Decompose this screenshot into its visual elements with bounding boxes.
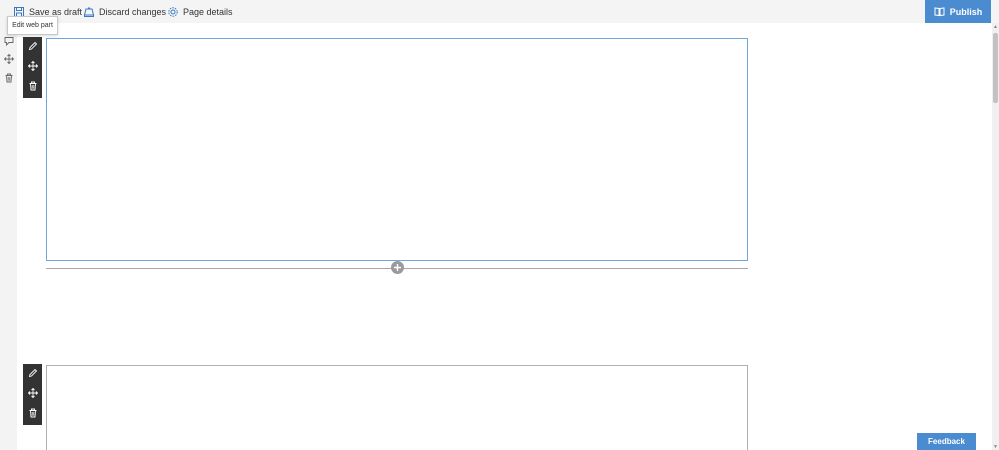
delete-icon[interactable] bbox=[3, 72, 14, 83]
command-bar: Save as draft Discard changes Page detai… bbox=[0, 0, 999, 23]
edit-icon bbox=[28, 38, 38, 56]
web-part[interactable] bbox=[46, 365, 748, 450]
section-gutter bbox=[0, 23, 17, 450]
move-icon bbox=[27, 385, 38, 403]
edit-web-part-button[interactable] bbox=[23, 37, 42, 56]
delete-icon bbox=[28, 78, 38, 96]
add-section-button[interactable] bbox=[391, 261, 404, 274]
edit-web-part-button[interactable] bbox=[23, 364, 42, 383]
publish-label: Publish bbox=[949, 6, 983, 17]
page-editor: Save as draft Discard changes Page detai… bbox=[0, 0, 999, 450]
move-web-part-button[interactable] bbox=[23, 57, 42, 76]
delete-web-part-button[interactable] bbox=[23, 404, 42, 423]
web-part-toolbar-1 bbox=[23, 37, 42, 98]
scrollbar-thumb[interactable] bbox=[993, 33, 998, 103]
delete-web-part-button[interactable] bbox=[23, 77, 42, 96]
page-details-label: Page details bbox=[183, 6, 233, 17]
edit-web-part-tooltip: Edit web part bbox=[7, 16, 58, 35]
page-details-button[interactable]: Page details bbox=[167, 0, 233, 23]
scroll-up-icon[interactable]: ▲ bbox=[992, 23, 999, 30]
web-part-toolbar-2 bbox=[23, 364, 42, 425]
move-web-part-button[interactable] bbox=[23, 384, 42, 403]
discard-changes-label: Discard changes bbox=[99, 6, 167, 17]
save-as-draft-label: Save as draft bbox=[29, 6, 83, 17]
comment-icon[interactable] bbox=[3, 35, 14, 46]
plus-icon bbox=[393, 259, 402, 277]
discard-changes-button[interactable]: Discard changes bbox=[83, 0, 166, 23]
move-icon bbox=[27, 58, 38, 76]
feedback-button[interactable]: Feedback bbox=[917, 433, 976, 450]
delete-icon bbox=[28, 405, 38, 423]
gear-icon bbox=[167, 6, 179, 18]
publish-button[interactable]: Publish bbox=[925, 0, 991, 23]
book-icon bbox=[934, 6, 945, 17]
move-icon[interactable] bbox=[3, 53, 14, 64]
web-part-selected[interactable] bbox=[46, 38, 748, 261]
discard-icon bbox=[83, 6, 95, 18]
vertical-scrollbar[interactable]: ▲ ▼ bbox=[992, 23, 999, 450]
scroll-down-icon[interactable]: ▼ bbox=[992, 443, 999, 450]
edit-icon bbox=[28, 365, 38, 383]
